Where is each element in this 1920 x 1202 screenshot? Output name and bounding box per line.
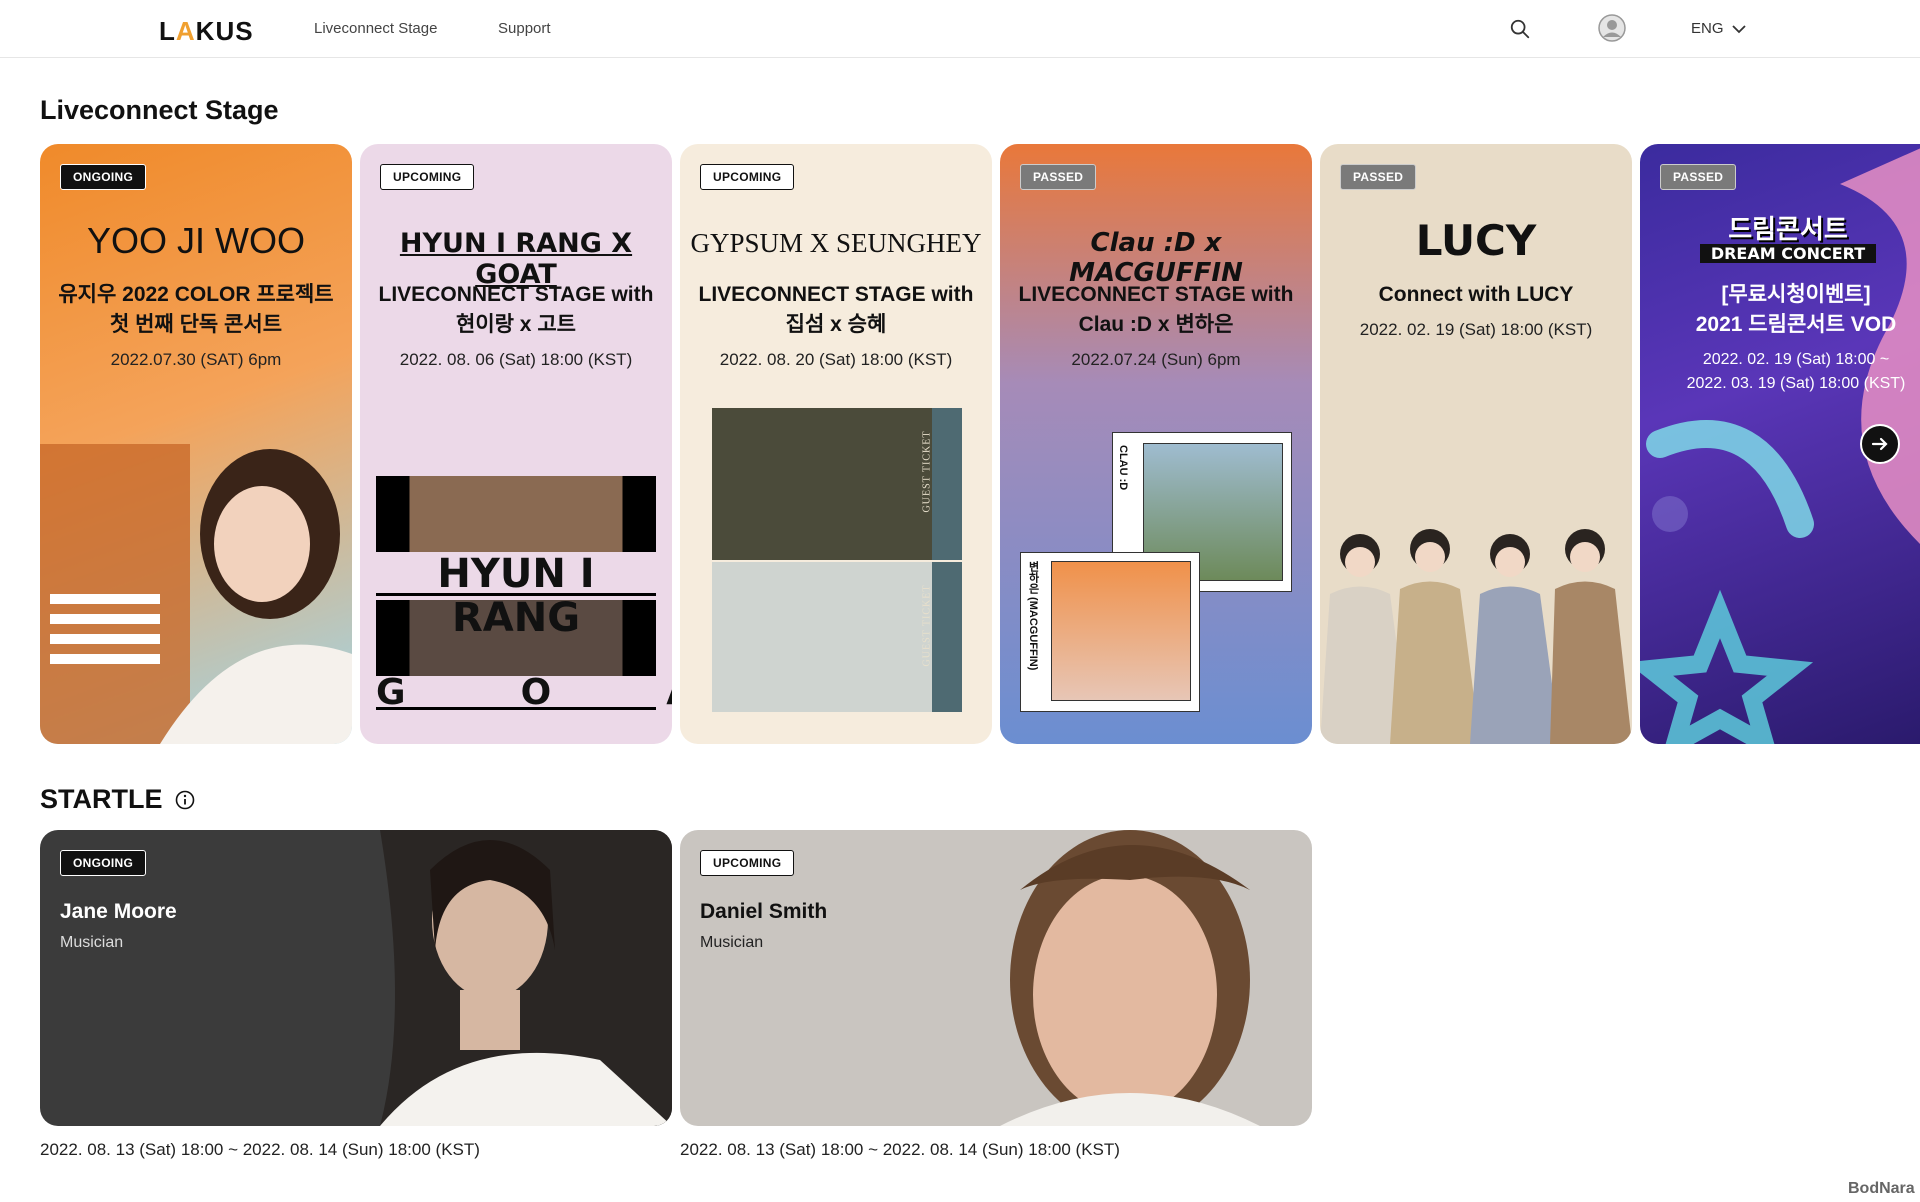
- artist-photo: [40, 444, 352, 744]
- photo-top: [376, 476, 656, 552]
- language-label: ENG: [1691, 20, 1724, 37]
- card-subtitle-line2: 첫 번째 단독 콘서트: [109, 313, 283, 336]
- top-header: LAKUS Liveconnect Stage Support ENG: [0, 0, 1920, 58]
- card-title: Clau :D x MACGUFFIN: [1069, 228, 1243, 288]
- card-title: 드림콘서트: [1728, 215, 1848, 245]
- arrow-right-icon: [1871, 437, 1888, 451]
- ticket-bottom: GUEST TICKET: [712, 562, 962, 712]
- card-date-line1: 2022. 02. 19 (Sat) 18:00 ~: [1702, 351, 1890, 368]
- group-photo: [1320, 529, 1632, 744]
- section-title-startle: STARTLE: [40, 784, 195, 815]
- card-subtitle-line1: Connect with LUCY: [1378, 283, 1574, 306]
- info-icon[interactable]: [175, 790, 195, 810]
- artist-role: Musician: [700, 934, 764, 951]
- logo-text-right: KUS: [195, 16, 254, 46]
- photo-macguffin: [1051, 561, 1191, 701]
- artist-role: Musician: [60, 934, 124, 951]
- carousel-next-button[interactable]: [1860, 424, 1900, 464]
- card-subtitle: LIVECONNECT STAGE with 집섬 x 승혜: [680, 280, 992, 340]
- card-title: YOO JI WOO: [86, 220, 305, 261]
- stage-card-gypsum-seunghey[interactable]: UPCOMING GYPSUM X SEUNGHEY LIVECONNECT S…: [680, 144, 992, 744]
- polaroid-macguffin: 변하은 (MACGUFFIN): [1020, 552, 1200, 712]
- status-badge: UPCOMING: [380, 164, 475, 190]
- watermark: BodNara: [1848, 1180, 1915, 1197]
- startle-card-jane-moore[interactable]: ONGOING Jane Moore Musician: [40, 830, 672, 1126]
- status-badge: UPCOMING: [700, 164, 795, 190]
- card-subtitle: LIVECONNECT STAGE with Clau :D x 변하은: [1000, 280, 1312, 340]
- card-date: 2022. 02. 19 (Sat) 18:00 ~ 2022. 03. 19 …: [1640, 348, 1920, 396]
- language-selector[interactable]: ENG: [1691, 20, 1746, 37]
- lakus-logo[interactable]: LAKUS: [159, 16, 254, 47]
- status-badge: UPCOMING: [700, 850, 795, 876]
- status-badge: PASSED: [1020, 164, 1097, 190]
- stage-card-yoo-ji-woo[interactable]: ONGOING YOO JI WOO 유지우 2022 COLOR 프로젝트 첫…: [40, 144, 352, 744]
- card-subtitle-line1: [무료시청이벤트]: [1721, 283, 1871, 306]
- ticket-label: GUEST TICKET: [921, 584, 933, 667]
- stage-card-clau-macguffin[interactable]: PASSED Clau :D x MACGUFFIN LIVECONNECT S…: [1000, 144, 1312, 744]
- card-date: 2022. 08. 06 (Sat) 18:00 (KST): [399, 350, 633, 369]
- card-subtitle-line1: LIVECONNECT STAGE with: [1018, 283, 1294, 306]
- startle-card-daniel-smith[interactable]: UPCOMING Daniel Smith Musician: [680, 830, 1312, 1126]
- card-date: 2022.07.30 (SAT) 6pm: [110, 350, 282, 369]
- status-badge: PASSED: [1340, 164, 1417, 190]
- card-title-en: DREAM CONCERT: [1700, 244, 1876, 263]
- logo-text-left: L: [159, 16, 176, 46]
- polaroid-label: 변하은 (MACGUFFIN): [1027, 561, 1039, 671]
- card-subtitle-line1: LIVECONNECT STAGE with: [698, 283, 974, 306]
- section-title-text: STARTLE: [40, 784, 163, 814]
- nav-support[interactable]: Support: [498, 20, 551, 37]
- section-title-liveconnect-stage: Liveconnect Stage: [40, 95, 279, 125]
- logo-text-accent: A: [175, 16, 196, 46]
- collage-text-top: HYUN I RANG: [376, 552, 656, 640]
- card-title: GYPSUM X SEUNGHEY: [690, 228, 982, 258]
- card-date-line2: 2022. 03. 19 (Sat) 18:00 (KST): [1686, 375, 1906, 392]
- stage-card-hyun-i-rang-goat[interactable]: UPCOMING HYUN I RANG X GOAT LIVECONNECT …: [360, 144, 672, 744]
- artist-photo: [380, 830, 672, 1126]
- ticket-top: GUEST TICKET: [712, 408, 962, 560]
- card-date: 2022. 02. 19 (Sat) 18:00 (KST): [1359, 320, 1593, 339]
- card-date: 2022. 08. 20 (Sat) 18:00 (KST): [719, 350, 953, 369]
- card-subtitle: Connect with LUCY: [1320, 280, 1632, 310]
- card-subtitle-line2: 2021 드림콘서트 VOD: [1695, 313, 1897, 336]
- artist-name: Jane Moore: [60, 900, 177, 923]
- nav-liveconnect-stage[interactable]: Liveconnect Stage: [314, 20, 437, 37]
- ticket-label: GUEST TICKET: [921, 430, 933, 513]
- artist-name: Daniel Smith: [700, 900, 828, 923]
- search-icon[interactable]: [1509, 18, 1531, 40]
- chevron-down-icon: [1731, 24, 1746, 33]
- card-subtitle-line2: Clau :D x 변하은: [1078, 313, 1234, 336]
- collage-text-bottom: G O A T: [376, 675, 672, 711]
- card-subtitle-line2: 집섬 x 승혜: [785, 313, 887, 336]
- startle-date-jane-moore: 2022. 08. 13 (Sat) 18:00 ~ 2022. 08. 14 …: [40, 1140, 480, 1159]
- stage-card-lucy[interactable]: PASSED LUCY Connect with LUCY 2022. 02. …: [1320, 144, 1632, 744]
- card-subtitle: [무료시청이벤트] 2021 드림콘서트 VOD: [1640, 280, 1920, 340]
- card-subtitle: LIVECONNECT STAGE with 현이랑 x 고트: [360, 280, 672, 340]
- status-badge: ONGOING: [60, 164, 147, 190]
- card-title: LUCY: [1415, 216, 1537, 265]
- card-subtitle-line1: 유지우 2022 COLOR 프로젝트: [58, 283, 334, 306]
- startle-date-daniel-smith: 2022. 08. 13 (Sat) 18:00 ~ 2022. 08. 14 …: [680, 1140, 1120, 1159]
- polaroid-label: CLAU :D: [1117, 445, 1129, 491]
- card-subtitle-line2: 현이랑 x 고트: [456, 313, 576, 336]
- profile-icon[interactable]: [1598, 14, 1626, 42]
- card-subtitle: 유지우 2022 COLOR 프로젝트 첫 번째 단독 콘서트: [40, 280, 352, 340]
- artist-photo: [1000, 830, 1260, 1126]
- artist-photo-collage: HYUN I RANG G O A T: [376, 476, 672, 712]
- card-subtitle-line1: LIVECONNECT STAGE with: [378, 283, 654, 306]
- card-date: 2022.07.24 (Sun) 6pm: [1071, 350, 1241, 369]
- status-badge: ONGOING: [60, 850, 147, 876]
